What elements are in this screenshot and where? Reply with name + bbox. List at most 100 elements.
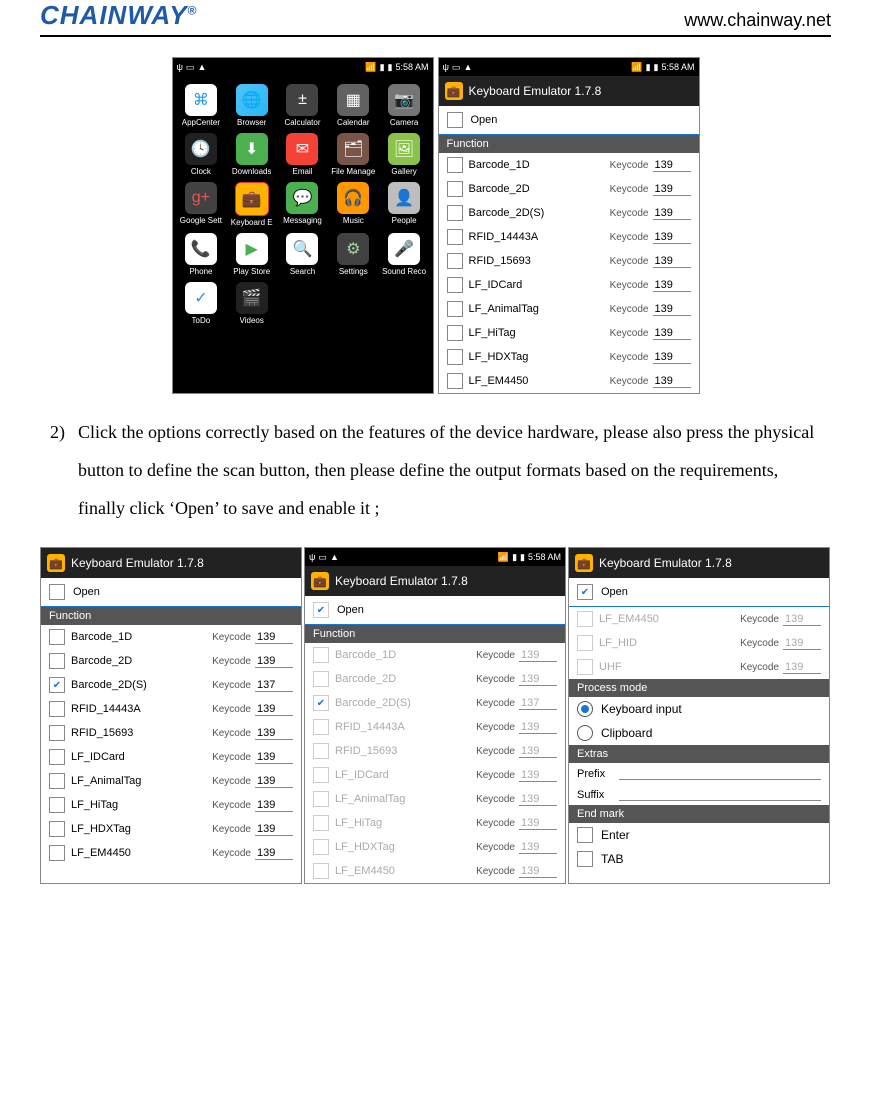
app-camera[interactable]: 📷Camera: [380, 84, 429, 127]
open-row[interactable]: Open: [569, 578, 829, 607]
open-row[interactable]: Open: [41, 578, 301, 607]
function-checkbox[interactable]: [447, 253, 463, 269]
keycode-input[interactable]: 137: [255, 679, 293, 692]
function-checkbox[interactable]: [49, 773, 65, 789]
function-checkbox[interactable]: [447, 373, 463, 389]
function-checkbox[interactable]: [49, 821, 65, 837]
function-checkbox[interactable]: [313, 647, 329, 663]
function-checkbox[interactable]: [447, 205, 463, 221]
function-checkbox[interactable]: [313, 767, 329, 783]
end-mark-row[interactable]: TAB: [569, 847, 829, 871]
open-row[interactable]: Open: [439, 106, 699, 135]
keycode-input[interactable]: 139: [653, 279, 691, 292]
function-checkbox[interactable]: [49, 629, 65, 645]
keycode-input[interactable]: 139: [519, 673, 557, 686]
function-checkbox[interactable]: [313, 719, 329, 735]
app-phone[interactable]: 📞Phone: [177, 233, 226, 276]
keycode-input[interactable]: 139: [519, 649, 557, 662]
keycode-input[interactable]: 139: [255, 847, 293, 860]
function-checkbox[interactable]: [49, 701, 65, 717]
process-mode-row[interactable]: Keyboard input: [569, 697, 829, 721]
keycode-input[interactable]: 139: [255, 775, 293, 788]
function-checkbox[interactable]: [447, 325, 463, 341]
keycode-input[interactable]: 139: [653, 327, 691, 340]
keycode-input[interactable]: 139: [255, 703, 293, 716]
function-checkbox[interactable]: [49, 749, 65, 765]
app-todo[interactable]: ✓ToDo: [177, 282, 226, 325]
function-checkbox[interactable]: [49, 725, 65, 741]
keycode-input[interactable]: 139: [255, 823, 293, 836]
open-checkbox[interactable]: [447, 112, 463, 128]
app-clock[interactable]: 🕓Clock: [177, 133, 226, 176]
keycode-input[interactable]: 139: [783, 637, 821, 650]
keycode-input[interactable]: 139: [653, 207, 691, 220]
keycode-input[interactable]: 139: [519, 745, 557, 758]
function-checkbox[interactable]: [313, 839, 329, 855]
function-checkbox[interactable]: [577, 659, 593, 675]
app-search[interactable]: 🔍Search: [278, 233, 327, 276]
app-downloads[interactable]: ⬇Downloads: [227, 133, 276, 176]
app-messaging[interactable]: 💬Messaging: [278, 182, 327, 227]
function-checkbox[interactable]: [447, 301, 463, 317]
extras-input[interactable]: [619, 767, 821, 780]
keycode-input[interactable]: 139: [519, 841, 557, 854]
keycode-input[interactable]: 139: [519, 769, 557, 782]
keycode-input[interactable]: 139: [653, 183, 691, 196]
keycode-input[interactable]: 139: [255, 727, 293, 740]
app-calendar[interactable]: ▦Calendar: [329, 84, 378, 127]
function-checkbox[interactable]: [447, 349, 463, 365]
function-checkbox[interactable]: [313, 671, 329, 687]
app-keyboard-e[interactable]: 💼Keyboard E: [227, 182, 276, 227]
open-checkbox[interactable]: [313, 602, 329, 618]
function-checkbox[interactable]: [577, 635, 593, 651]
function-checkbox[interactable]: [49, 845, 65, 861]
radio-button[interactable]: [577, 725, 593, 741]
open-checkbox[interactable]: [577, 584, 593, 600]
keycode-input[interactable]: 139: [653, 375, 691, 388]
keycode-input[interactable]: 139: [255, 655, 293, 668]
radio-button[interactable]: [577, 701, 593, 717]
function-checkbox[interactable]: [49, 797, 65, 813]
open-row[interactable]: Open: [305, 596, 565, 625]
app-people[interactable]: 👤People: [380, 182, 429, 227]
keycode-input[interactable]: 139: [653, 231, 691, 244]
app-sound-reco[interactable]: 🎤Sound Reco: [380, 233, 429, 276]
function-checkbox[interactable]: [313, 743, 329, 759]
keycode-input[interactable]: 139: [653, 255, 691, 268]
function-checkbox[interactable]: [313, 695, 329, 711]
app-videos[interactable]: 🎬Videos: [227, 282, 276, 325]
function-checkbox[interactable]: [313, 863, 329, 879]
end-mark-checkbox[interactable]: [577, 827, 593, 843]
end-mark-row[interactable]: Enter: [569, 823, 829, 847]
keycode-input[interactable]: 139: [783, 613, 821, 626]
keycode-input[interactable]: 139: [255, 751, 293, 764]
open-checkbox[interactable]: [49, 584, 65, 600]
app-file-manage[interactable]: 🗂File Manage: [329, 133, 378, 176]
keycode-input[interactable]: 137: [519, 697, 557, 710]
app-music[interactable]: 🎧Music: [329, 182, 378, 227]
end-mark-checkbox[interactable]: [577, 851, 593, 867]
function-checkbox[interactable]: [313, 815, 329, 831]
app-browser[interactable]: 🌐Browser: [227, 84, 276, 127]
app-gallery[interactable]: 🖼Gallery: [380, 133, 429, 176]
keycode-input[interactable]: 139: [519, 793, 557, 806]
keycode-input[interactable]: 139: [519, 817, 557, 830]
keycode-input[interactable]: 139: [653, 303, 691, 316]
process-mode-row[interactable]: Clipboard: [569, 721, 829, 745]
app-email[interactable]: ✉Email: [278, 133, 327, 176]
keycode-input[interactable]: 139: [653, 351, 691, 364]
function-checkbox[interactable]: [577, 611, 593, 627]
extras-input[interactable]: [619, 788, 821, 801]
keycode-input[interactable]: 139: [255, 799, 293, 812]
keycode-input[interactable]: 139: [519, 865, 557, 878]
function-checkbox[interactable]: [49, 653, 65, 669]
app-play-store[interactable]: ▶Play Store: [227, 233, 276, 276]
app-settings[interactable]: ⚙Settings: [329, 233, 378, 276]
keycode-input[interactable]: 139: [783, 661, 821, 674]
app-calculator[interactable]: ±Calculator: [278, 84, 327, 127]
function-checkbox[interactable]: [313, 791, 329, 807]
keycode-input[interactable]: 139: [653, 159, 691, 172]
keycode-input[interactable]: 139: [255, 631, 293, 644]
app-google-sett[interactable]: g+Google Sett: [177, 182, 226, 227]
keycode-input[interactable]: 139: [519, 721, 557, 734]
